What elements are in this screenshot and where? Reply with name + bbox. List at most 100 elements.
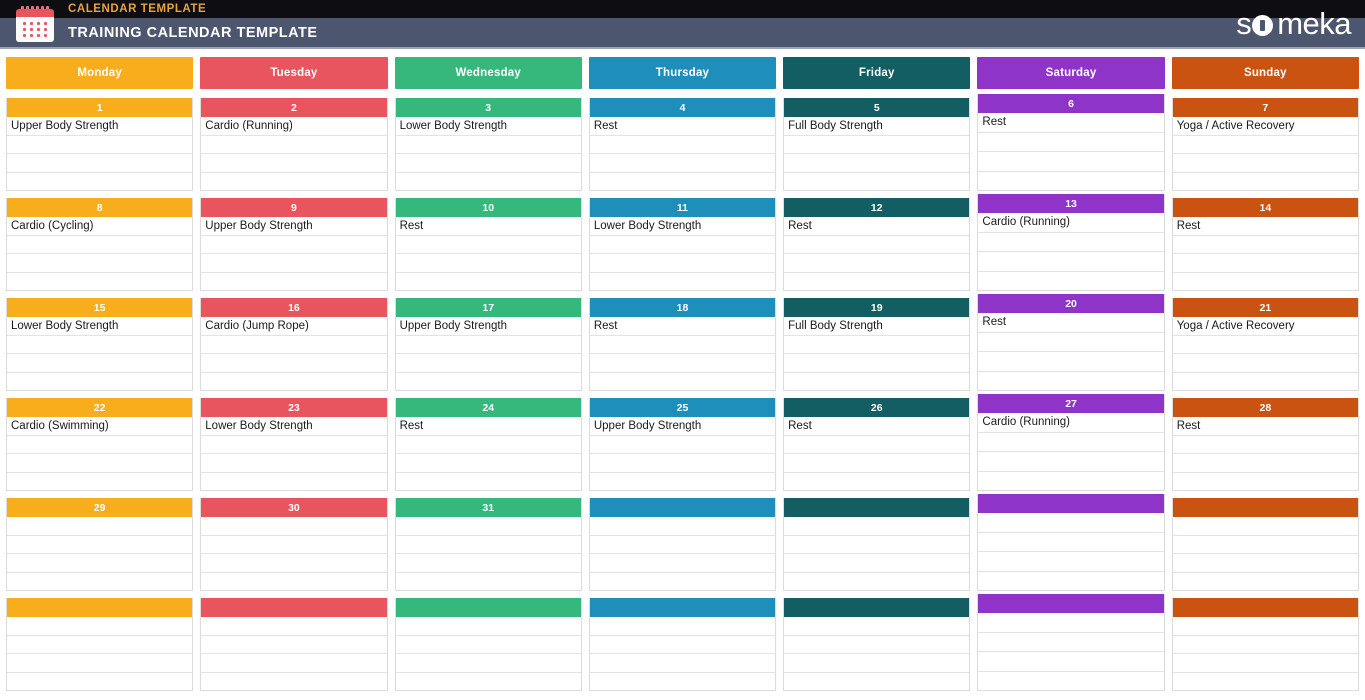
day-cell[interactable]: 15 Lower Body Strength	[6, 298, 194, 391]
day-cell[interactable]: 25 Upper Body Strength	[588, 398, 777, 491]
day-cell[interactable]	[1171, 498, 1359, 591]
entry-line[interactable]	[201, 636, 387, 654]
entry-line[interactable]	[589, 517, 776, 536]
entry-line[interactable]	[784, 554, 970, 573]
entry-line[interactable]	[1172, 354, 1358, 373]
entry-line[interactable]	[395, 336, 581, 354]
entry-line[interactable]	[7, 536, 193, 554]
entry-line[interactable]: Upper Body Strength	[7, 117, 193, 136]
entry-line[interactable]: Cardio (Running)	[978, 413, 1164, 433]
entry-line[interactable]	[396, 673, 581, 691]
entry-line[interactable]	[201, 154, 387, 173]
entry-line[interactable]	[7, 473, 192, 491]
day-cell[interactable]	[977, 594, 1165, 691]
entry-line[interactable]	[589, 436, 776, 454]
entry-line[interactable]: Upper Body Strength	[395, 317, 581, 336]
entry-line[interactable]	[589, 617, 776, 636]
entry-line[interactable]	[978, 633, 1164, 652]
day-cell[interactable]: 6 Rest	[977, 94, 1165, 191]
entry-line[interactable]	[395, 154, 581, 173]
entry-line[interactable]	[201, 454, 387, 473]
entry-line[interactable]	[784, 673, 969, 691]
entry-line[interactable]	[7, 454, 193, 473]
entry-line[interactable]	[201, 236, 387, 254]
entry-line[interactable]	[201, 673, 386, 691]
day-cell[interactable]: 12 Rest	[783, 198, 971, 291]
entry-line[interactable]	[7, 617, 193, 636]
entry-line[interactable]	[784, 436, 970, 454]
entry-line[interactable]	[589, 654, 776, 673]
entry-line[interactable]: Cardio (Jump Rope)	[201, 317, 387, 336]
entry-line[interactable]	[395, 554, 581, 573]
entry-line[interactable]	[978, 513, 1164, 533]
day-cell[interactable]: 1 Upper Body Strength	[6, 98, 194, 191]
entry-line[interactable]	[395, 254, 581, 273]
entry-line[interactable]	[784, 373, 969, 391]
entry-line[interactable]	[589, 236, 776, 254]
entry-line[interactable]	[7, 436, 193, 454]
day-cell[interactable]: 14 Rest	[1171, 198, 1359, 291]
entry-line[interactable]	[201, 373, 386, 391]
entry-line[interactable]	[201, 617, 387, 636]
day-cell[interactable]: 19 Full Body Strength	[783, 298, 971, 391]
day-cell[interactable]: 7 Yoga / Active Recovery	[1171, 98, 1359, 191]
entry-line[interactable]	[978, 252, 1164, 272]
entry-line[interactable]	[395, 436, 581, 454]
entry-line[interactable]	[7, 354, 193, 373]
entry-line[interactable]	[784, 136, 970, 154]
entry-line[interactable]	[784, 573, 969, 591]
entry-line[interactable]	[201, 354, 387, 373]
entry-line[interactable]	[201, 254, 387, 273]
day-cell[interactable]: 24 Rest	[394, 398, 582, 491]
entry-line[interactable]	[1172, 636, 1358, 654]
entry-line[interactable]	[590, 573, 775, 591]
entry-line[interactable]	[1173, 673, 1358, 691]
entry-line[interactable]	[1172, 454, 1358, 473]
entry-line[interactable]	[1172, 617, 1358, 636]
day-cell[interactable]: 17 Upper Body Strength	[394, 298, 582, 391]
entry-line[interactable]	[978, 672, 1163, 691]
entry-line[interactable]	[590, 673, 775, 691]
entry-line[interactable]	[1173, 173, 1358, 191]
entry-line[interactable]	[1173, 373, 1358, 391]
entry-line[interactable]	[589, 554, 776, 573]
entry-line[interactable]	[1172, 654, 1358, 673]
entry-line[interactable]	[201, 517, 387, 536]
entry-line[interactable]	[978, 472, 1163, 491]
entry-line[interactable]: Lower Body Strength	[589, 217, 776, 236]
entry-line[interactable]: Lower Body Strength	[201, 417, 387, 436]
entry-line[interactable]	[7, 254, 193, 273]
entry-line[interactable]	[1172, 136, 1358, 154]
entry-line[interactable]	[396, 373, 581, 391]
entry-line[interactable]	[201, 336, 387, 354]
entry-line[interactable]	[7, 336, 193, 354]
day-cell[interactable]: 26 Rest	[783, 398, 971, 491]
entry-line[interactable]	[201, 436, 387, 454]
entry-line[interactable]	[590, 473, 775, 491]
day-cell[interactable]	[6, 598, 194, 691]
entry-line[interactable]	[589, 536, 776, 554]
entry-line[interactable]	[589, 336, 776, 354]
day-cell[interactable]	[588, 498, 777, 591]
day-cell[interactable]	[783, 498, 971, 591]
entry-line[interactable]: Lower Body Strength	[7, 317, 193, 336]
entry-line[interactable]	[396, 473, 581, 491]
entry-line[interactable]: Full Body Strength	[784, 317, 970, 336]
entry-line[interactable]	[784, 254, 970, 273]
entry-line[interactable]	[395, 136, 581, 154]
entry-line[interactable]: Rest	[978, 113, 1164, 133]
entry-line[interactable]	[7, 654, 193, 673]
day-cell[interactable]: 4 Rest	[588, 98, 777, 191]
entry-line[interactable]	[395, 354, 581, 373]
entry-line[interactable]: Rest	[1172, 417, 1358, 436]
entry-line[interactable]	[7, 554, 193, 573]
entry-line[interactable]	[395, 636, 581, 654]
entry-line[interactable]	[978, 172, 1163, 191]
entry-line[interactable]	[1172, 517, 1358, 536]
day-cell[interactable]: 31	[394, 498, 582, 591]
entry-line[interactable]: Rest	[589, 117, 776, 136]
entry-line[interactable]: Cardio (Running)	[978, 213, 1164, 233]
entry-line[interactable]: Cardio (Cycling)	[7, 217, 193, 236]
entry-line[interactable]: Rest	[978, 313, 1164, 333]
entry-line[interactable]	[784, 617, 970, 636]
